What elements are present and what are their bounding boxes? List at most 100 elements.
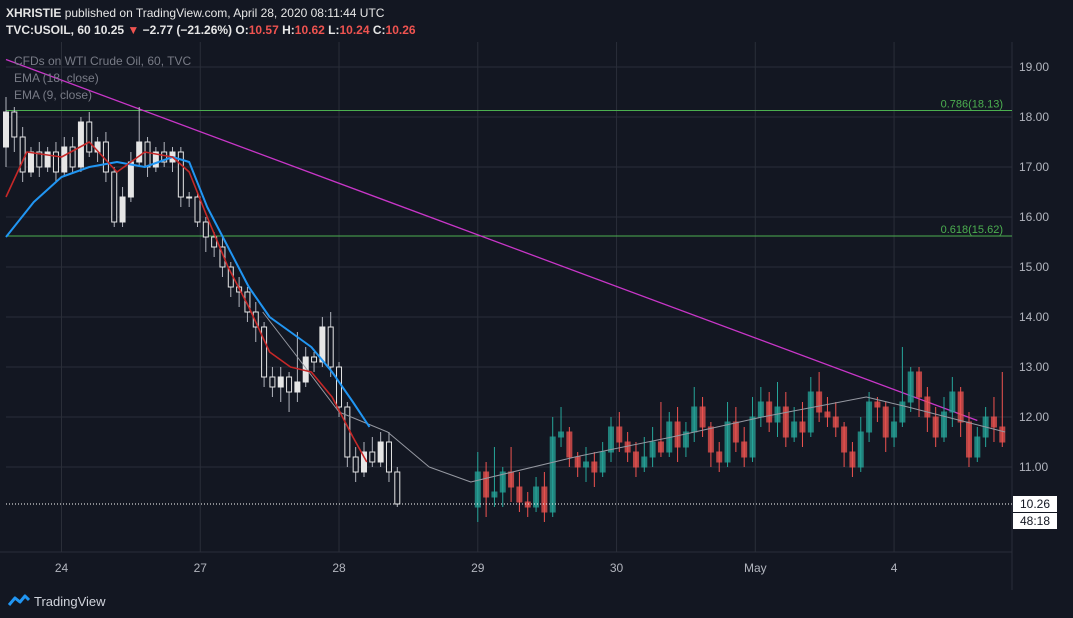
candle-up [302,347,309,387]
candle-body [882,406,889,438]
price-tick-label: 14.00 [1019,310,1049,324]
price-tick-label: 12.00 [1019,410,1049,424]
candle-down [261,322,268,387]
candle-up [607,417,614,462]
open-label: O: [235,23,249,37]
candle-down [965,412,972,467]
candle-down [841,422,848,467]
candle-body [394,471,401,505]
candle-body [27,151,34,173]
tradingview-logo[interactable]: TradingView [8,591,106,611]
brand-label: TradingView [34,593,106,609]
candle-body [269,376,276,388]
candle-up [891,407,898,447]
candle-body [516,486,523,503]
candle-up [119,187,126,227]
candle-up [599,442,606,477]
candle-body [277,376,284,388]
candle-down [11,107,18,152]
candle-down [816,372,823,422]
candle-up [899,347,906,427]
candle-body [874,401,881,408]
candle-down [516,472,523,512]
candle-body [599,451,606,473]
candle-down [541,472,548,522]
legend-title[interactable]: CFDs on WTI Crude Oil, 60, TVC [14,54,191,68]
candle-up [941,397,948,442]
time-tick-label: 29 [471,561,485,575]
candle-body [583,461,590,468]
candle-down [19,127,26,182]
candle-body [111,171,118,223]
candle-body [657,441,664,453]
candle-body [749,416,756,458]
time-tick-label: 28 [332,561,346,575]
down-arrow-icon: ▼ [127,23,140,37]
candle-body [924,396,931,418]
candle-body [607,426,614,453]
candle-up [791,407,798,442]
candle-body [974,436,981,458]
open-value: 10.57 [248,23,279,37]
candle-body [732,421,739,443]
candle-down [766,392,773,432]
candle-body [574,456,581,468]
candle-body [549,436,556,513]
close-value: 10.26 [385,23,416,37]
low-value: 10.24 [339,23,370,37]
candle-body [807,391,814,433]
candle-up [277,367,284,402]
indicator-lines [5,141,1006,483]
candle-body [136,141,143,163]
candle-body [566,431,573,458]
price-tick-label: 11.00 [1019,460,1048,474]
fib-label: 0.618(15.62) [941,224,1003,236]
candle-down [385,432,392,482]
candle-body [86,121,93,153]
candle-up [974,427,981,462]
candle-up [583,447,590,482]
price-change: −2.77 (−21.26%) [142,23,233,37]
candle-body [591,461,598,473]
candle-body [766,401,773,423]
candle-up [949,377,956,427]
legend-ema9[interactable]: EMA (9, close) [14,88,92,102]
candle-down [924,387,931,432]
price-chart[interactable]: 0.786(18.13) 0.618(15.62) 19.00 18.00 17.00… [0,42,1073,590]
candle-down [86,112,93,157]
candle-up [3,97,9,167]
candle-up [549,417,556,517]
candle-body [707,426,714,453]
candle-body [916,371,923,398]
candle-down [36,142,43,177]
candle-down [616,412,623,452]
candle-down [957,387,964,437]
candle-body [3,111,9,148]
time-tick-label: 4 [891,561,898,575]
fib-label: 0.786(18.13) [941,99,1003,111]
candle-down [832,402,839,437]
legend-ema18[interactable]: EMA (18, close) [14,71,99,85]
candle-down [227,262,234,297]
candle-body [724,421,731,463]
candle-body [641,456,648,468]
candle-body [757,401,764,418]
candle-body [741,441,748,458]
candle-down [732,407,739,452]
author-name[interactable]: XHRISTIE [6,6,61,20]
candle-body [385,441,392,473]
candle-up [27,147,34,177]
candle-up [749,397,756,462]
candle-body [791,421,798,438]
candle-down [657,402,664,457]
candle-down [394,467,401,507]
symbol-label: TVC:USOIL, 60 [6,23,91,37]
fib-levels[interactable]: 0.786(18.13) 0.618(15.62) [5,58,1012,422]
candle-body [369,451,376,463]
candle-up [77,117,84,172]
candle-down [144,137,151,177]
candle-body [816,391,823,413]
trend-line[interactable] [5,58,978,422]
last-price: 10.25 [94,23,125,37]
candle-down [286,372,293,412]
